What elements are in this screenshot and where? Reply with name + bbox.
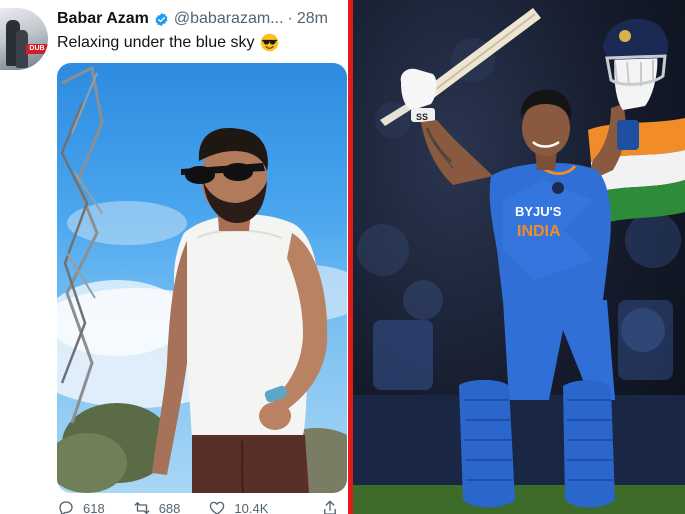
reply-icon — [59, 501, 73, 514]
tweet-photo-scene — [57, 65, 347, 493]
retweet-icon — [134, 502, 150, 514]
heart-icon — [210, 501, 225, 514]
jersey-sponsor-text: BYJU'S — [515, 204, 562, 219]
tweet-header: Babar Azam @babarazam... · 28m — [57, 8, 328, 30]
share-button[interactable] — [321, 499, 347, 514]
tweet-card: DUB Babar Azam @babarazam... · 28m Relax… — [0, 0, 348, 514]
author-name[interactable]: Babar Azam — [57, 10, 149, 28]
tweet-text-body: Relaxing under the blue sky — [57, 33, 255, 51]
bat-sticker-text: SS — [416, 112, 428, 122]
retweet-button[interactable]: 688 — [133, 499, 181, 514]
retweet-count: 688 — [158, 500, 181, 514]
author-handle[interactable]: @babarazam... — [174, 10, 284, 28]
tweet-actions: 618 688 10.4K — [57, 498, 347, 514]
tweet-timestamp[interactable]: 28m — [297, 10, 328, 28]
verified-badge-icon — [155, 12, 168, 26]
like-count: 10.4K — [234, 500, 269, 514]
reply-button[interactable]: 618 — [57, 499, 105, 514]
tweet-photo[interactable] — [57, 63, 347, 493]
cricket-photo: SS BYJU'S INDIA — [353, 0, 685, 514]
avatar-sign: DUB — [26, 44, 48, 54]
avatar[interactable]: DUB — [0, 8, 48, 70]
share-icon — [324, 500, 336, 514]
like-button[interactable]: 10.4K — [208, 499, 268, 514]
cricket-photo-scene: SS BYJU'S INDIA — [353, 8, 685, 514]
tweet-text: Relaxing under the blue sky — [57, 33, 279, 52]
sunglasses-emoji-icon — [261, 33, 279, 52]
header-separator: · — [287, 10, 293, 27]
reply-count: 618 — [83, 500, 105, 514]
jersey-team-text: INDIA — [517, 223, 561, 240]
